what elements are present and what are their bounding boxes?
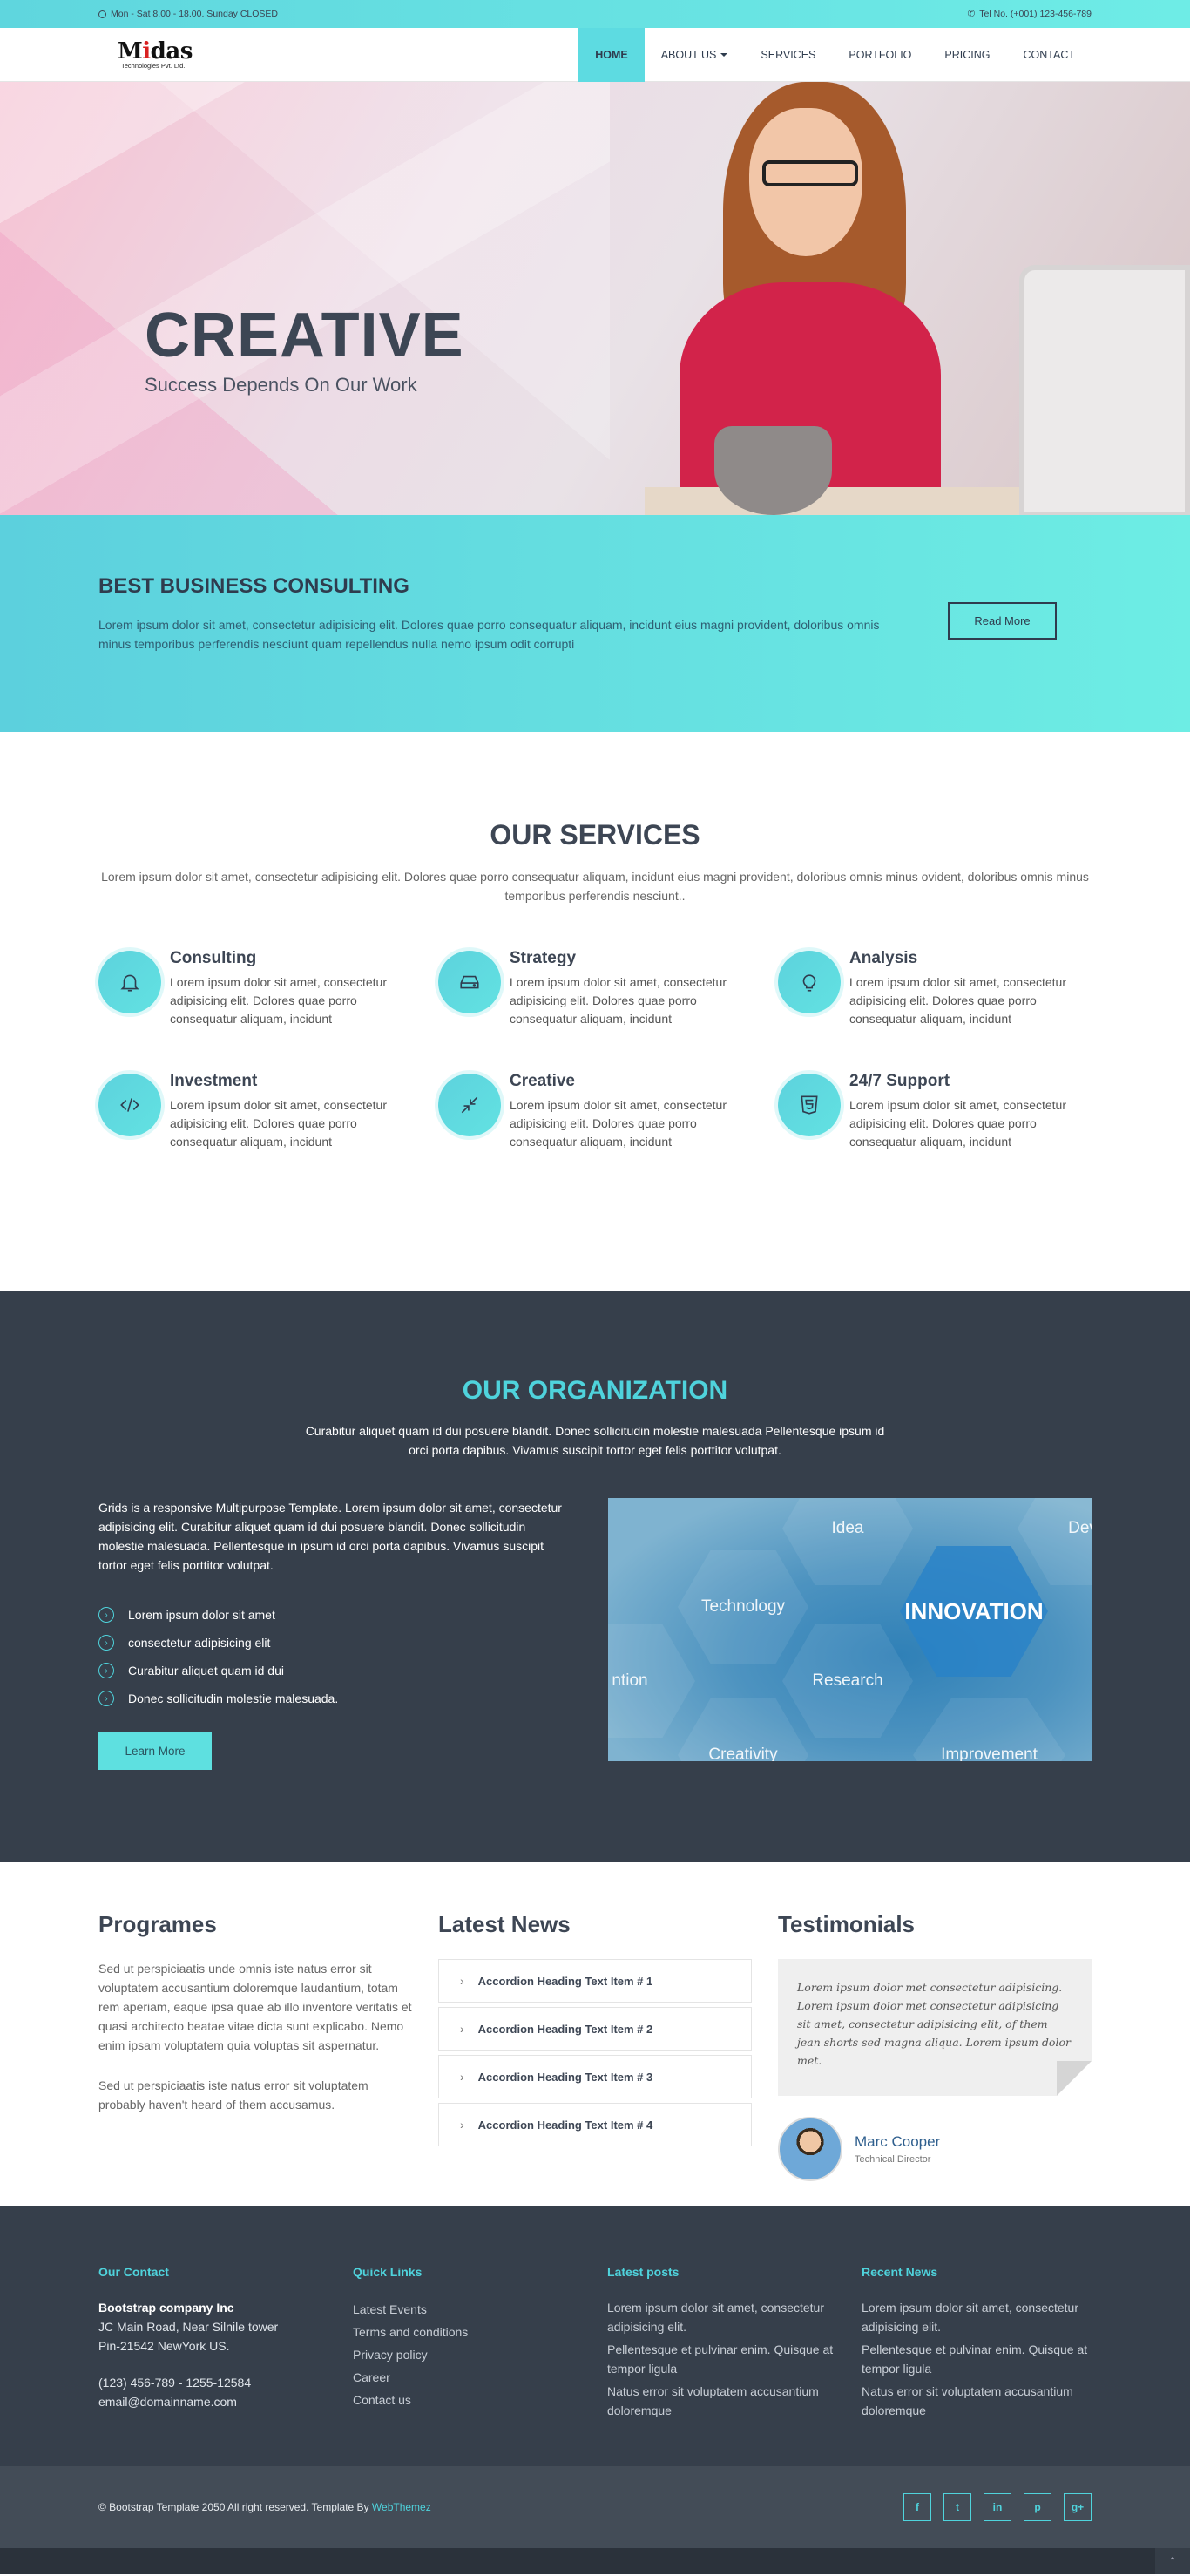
org-content: Grids is a responsive Multipurpose Templ… <box>98 1498 569 1770</box>
post-link[interactable]: Pellentesque et pulvinar enim. Quisque a… <box>607 2340 834 2378</box>
consulting-band: BEST BUSINESS CONSULTING Lorem ipsum dol… <box>0 515 1190 732</box>
footer-contact: Our Contact Bootstrap company Inc JC Mai… <box>98 2265 279 2409</box>
post-link[interactable]: Lorem ipsum dolor sit amet, consectetur … <box>607 2298 834 2336</box>
list-item: › Donec sollicitudin molestie malesuada. <box>98 1685 569 1712</box>
phone-icon: ✆ <box>967 9 976 19</box>
programs-column: Programes Sed ut perspiciaatis unde omni… <box>98 1911 412 2112</box>
code-icon <box>98 1074 161 1136</box>
linkedin-icon[interactable]: in <box>984 2493 1011 2521</box>
main-menu: HOME ABOUT US SERVICES PORTFOLIO PRICING… <box>578 28 1092 82</box>
hero-banner: CREATIVE Success Depends On Our Work <box>0 82 1190 515</box>
accordion-item[interactable]: › Accordion Heading Text Item # 4 <box>438 2103 752 2146</box>
footer-link[interactable]: Contact us <box>353 2389 579 2411</box>
caret-down-icon <box>720 53 728 57</box>
google-plus-icon[interactable]: g+ <box>1064 2493 1092 2521</box>
avatar <box>778 2117 842 2181</box>
twitter-icon[interactable]: t <box>943 2493 971 2521</box>
service-consulting: Consulting Lorem ipsum dolor sit amet, co… <box>98 949 438 1028</box>
bottom-strip: ⌃ <box>0 2548 1190 2574</box>
nav-pricing[interactable]: PRICING <box>928 28 1006 82</box>
news-column: Latest News › Accordion Heading Text Item… <box>438 1911 752 2151</box>
hero-image <box>645 82 1190 515</box>
chevron-circle-icon: › <box>98 1607 114 1623</box>
org-list: › Lorem ipsum dolor sit amet › consectetur… <box>98 1601 569 1712</box>
accordion-item[interactable]: › Accordion Heading Text Item # 1 <box>438 1959 752 2003</box>
band-title: BEST BUSINESS CONSULTING <box>98 574 409 598</box>
service-investment: Investment Lorem ipsum dolor sit amet, co… <box>98 1072 438 1151</box>
nav-portfolio[interactable]: PORTFOLIO <box>832 28 928 82</box>
footer-quick-links: Quick Links Latest Events Terms and cond… <box>353 2265 579 2411</box>
bell-icon <box>98 951 161 1013</box>
hero-subtitle: Success Depends On Our Work <box>145 374 417 396</box>
facebook-icon[interactable]: f <box>903 2493 931 2521</box>
org-lead: Grids is a responsive Multipurpose Templ… <box>98 1501 562 1572</box>
testimonials-column: Testimonials Lorem ipsum dolor met conse… <box>778 1911 1092 2181</box>
innovation-image: Idea Dev Technology INNOVATION ntion Res… <box>608 1498 1092 1761</box>
footer-link[interactable]: Latest Events <box>353 2298 579 2321</box>
nav-services[interactable]: SERVICES <box>744 28 832 82</box>
logo[interactable]: Midas Technologies Pvt. Ltd. <box>98 28 193 82</box>
pinterest-icon[interactable]: p <box>1024 2493 1051 2521</box>
back-to-top-icon[interactable]: ⌃ <box>1155 2548 1190 2574</box>
footer-link[interactable]: Career <box>353 2366 579 2389</box>
chevron-right-icon: › <box>460 2070 464 2084</box>
chevron-circle-icon: › <box>98 1663 114 1678</box>
clock-icon <box>98 10 106 18</box>
org-intro: Curabitur aliquet quam id dui posuere bl… <box>305 1424 885 1457</box>
hero-background-pattern <box>0 82 610 515</box>
compress-icon <box>438 1074 501 1136</box>
chevron-circle-icon: › <box>98 1691 114 1706</box>
bulb-icon <box>778 951 841 1013</box>
top-bar: Mon - Sat 8.00 - 18.00. Sunday CLOSED ✆ T… <box>0 0 1190 28</box>
hero-title: CREATIVE <box>145 301 464 370</box>
read-more-button[interactable]: Read More <box>948 602 1057 640</box>
org-title: OUR ORGANIZATION <box>462 1376 728 1405</box>
info-section: Programes Sed ut perspiciaatis unde omni… <box>0 1862 1190 2206</box>
accordion-item[interactable]: › Accordion Heading Text Item # 3 <box>438 2055 752 2098</box>
service-strategy: Strategy Lorem ipsum dolor sit amet, cons… <box>438 949 778 1028</box>
news-link[interactable]: Natus error sit voluptatem accusantium d… <box>862 2382 1088 2420</box>
copyright-text: © Bootstrap Template 2050 All right rese… <box>98 2501 431 2513</box>
chevron-right-icon: › <box>460 2022 464 2036</box>
copyright-bar: © Bootstrap Template 2050 All right rese… <box>0 2466 1190 2548</box>
chevron-right-icon: › <box>460 1974 464 1988</box>
footer-link[interactable]: Privacy policy <box>353 2343 579 2366</box>
services-title: OUR SERVICES <box>490 819 700 851</box>
chevron-right-icon: › <box>460 2118 464 2132</box>
testimonial-author: Marc Cooper Technical Director <box>778 2117 1092 2181</box>
news-link[interactable]: Pellentesque et pulvinar enim. Quisque a… <box>862 2340 1088 2378</box>
accordion-item[interactable]: › Accordion Heading Text Item # 2 <box>438 2007 752 2051</box>
footer: Our Contact Bootstrap company Inc JC Mai… <box>0 2206 1190 2466</box>
services-grid: Consulting Lorem ipsum dolor sit amet, co… <box>98 949 1092 1151</box>
post-link[interactable]: Natus error sit voluptatem accusantium d… <box>607 2382 834 2420</box>
list-item: › consectetur adipisicing elit <box>98 1629 569 1657</box>
footer-recent-news: Recent News Lorem ipsum dolor sit amet, … <box>862 2265 1088 2423</box>
services-intro: Lorem ipsum dolor sit amet, consectetur … <box>101 870 1089 903</box>
news-accordion: › Accordion Heading Text Item # 1 › Accord… <box>438 1959 752 2146</box>
band-text: Lorem ipsum dolor sit amet, consectetur … <box>98 618 880 651</box>
chevron-circle-icon: › <box>98 1635 114 1651</box>
service-analysis: Analysis Lorem ipsum dolor sit amet, cons… <box>778 949 1118 1028</box>
nav-about[interactable]: ABOUT US <box>645 28 745 82</box>
learn-more-button[interactable]: Learn More <box>98 1732 212 1770</box>
social-links: f t in p g+ <box>903 2493 1092 2521</box>
service-creative: Creative Lorem ipsum dolor sit amet, cons… <box>438 1072 778 1151</box>
footer-link[interactable]: Terms and conditions <box>353 2321 579 2343</box>
testimonial-quote: Lorem ipsum dolor met consectetur adipis… <box>778 1959 1092 2096</box>
footer-latest-posts: Latest posts Lorem ipsum dolor sit amet,… <box>607 2265 834 2423</box>
html5-icon <box>778 1074 841 1136</box>
organization-section: OUR ORGANIZATION Curabitur aliquet quam … <box>0 1291 1190 1862</box>
list-item: › Curabitur aliquet quam id dui <box>98 1657 569 1685</box>
hours-info: Mon - Sat 8.00 - 18.00. Sunday CLOSED <box>98 9 278 19</box>
main-navbar: Midas Technologies Pvt. Ltd. HOME ABOUT … <box>0 28 1190 82</box>
hard-drive-icon <box>438 951 501 1013</box>
nav-home[interactable]: HOME <box>578 28 645 82</box>
webthemez-link[interactable]: WebThemez <box>372 2501 431 2513</box>
news-link[interactable]: Lorem ipsum dolor sit amet, consectetur … <box>862 2298 1088 2336</box>
phone-info: ✆ Tel No. (+001) 123-456-789 <box>967 9 1092 19</box>
nav-contact[interactable]: CONTACT <box>1007 28 1092 82</box>
list-item: › Lorem ipsum dolor sit amet <box>98 1601 569 1629</box>
services-section: OUR SERVICES Lorem ipsum dolor sit amet,… <box>0 732 1190 1291</box>
service-support: 24/7 Support Lorem ipsum dolor sit amet, … <box>778 1072 1118 1151</box>
